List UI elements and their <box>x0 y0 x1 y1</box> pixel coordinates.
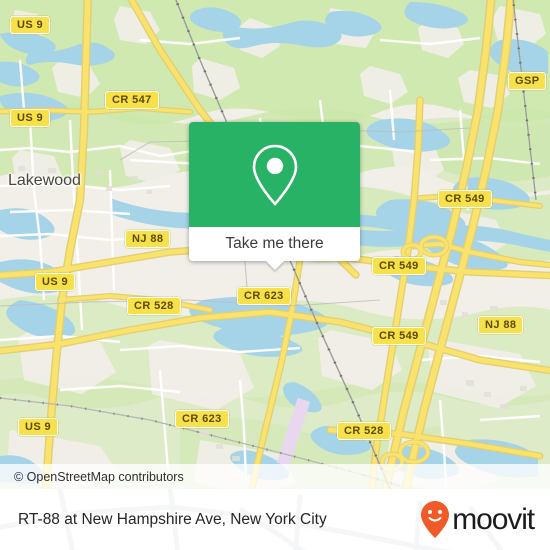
map-canvas[interactable]: Lakewood US 9 US 9 CR 547 GSP CR 549 NJ … <box>0 0 550 489</box>
road-shield[interactable]: CR 528 <box>127 297 181 315</box>
take-me-there-label: Take me there <box>225 235 324 252</box>
road-shield[interactable]: US 9 <box>35 273 76 291</box>
moovit-wordmark: moovit <box>452 502 535 536</box>
footer-bar: RT-88 at New Hampshire Ave, New York Cit… <box>0 489 550 550</box>
road-shield[interactable]: NJ 88 <box>125 230 171 248</box>
popup-pointer <box>265 261 284 270</box>
map-attribution: © OpenStreetMap contributors <box>0 464 550 489</box>
road-shield[interactable]: CR 623 <box>175 410 229 428</box>
popup-header <box>189 122 360 227</box>
map-screenshot: Lakewood US 9 US 9 CR 547 GSP CR 549 NJ … <box>0 0 550 550</box>
road-shield[interactable]: US 9 <box>10 16 51 34</box>
road-shield[interactable]: GSP <box>508 72 547 90</box>
road-shield[interactable]: CR 549 <box>372 257 426 275</box>
road-shield[interactable]: CR 547 <box>105 91 159 109</box>
moovit-logo[interactable]: moovit <box>420 500 535 540</box>
road-shield[interactable]: NJ 88 <box>478 316 524 334</box>
location-popup-card[interactable]: Take me there <box>189 122 360 270</box>
attribution-text: © OpenStreetMap contributors <box>14 469 184 484</box>
city-label-lakewood: Lakewood <box>8 172 81 189</box>
road-shield[interactable]: CR 528 <box>337 422 391 440</box>
road-shield[interactable]: CR 549 <box>372 327 426 345</box>
take-me-there-button[interactable]: Take me there <box>189 227 360 261</box>
road-shield[interactable]: US 9 <box>18 418 59 436</box>
road-shield[interactable]: CR 623 <box>237 287 291 305</box>
moovit-smiley-pin-icon <box>421 500 450 538</box>
map-pin-icon <box>252 144 297 206</box>
road-shield[interactable]: CR 549 <box>438 190 492 208</box>
road-shield[interactable]: US 9 <box>10 109 51 127</box>
page-title: RT-88 at New Hampshire Ave, New York Cit… <box>18 510 327 528</box>
